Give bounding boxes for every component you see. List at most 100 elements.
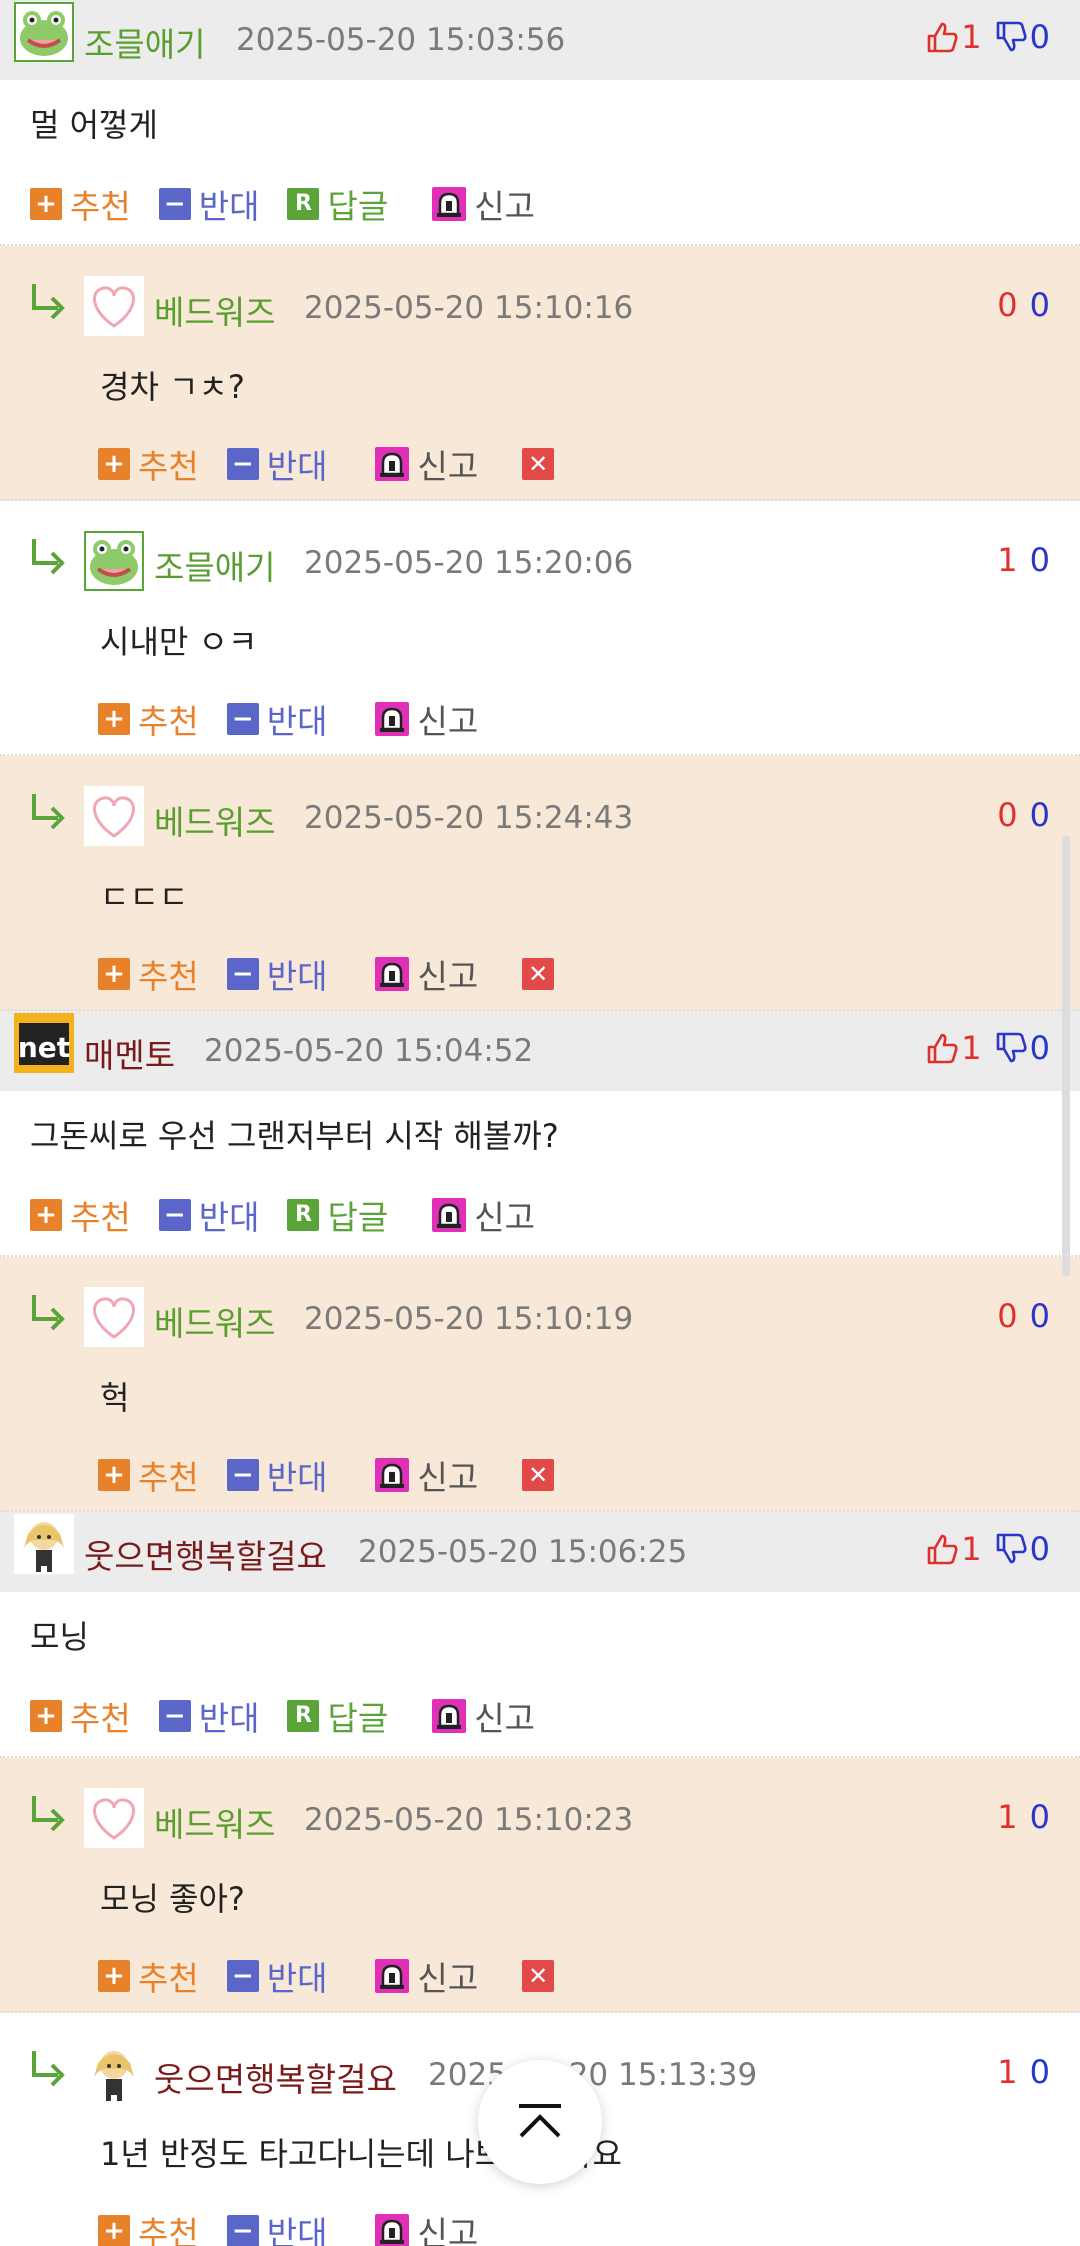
vote-counts: 1 0 bbox=[997, 2053, 1050, 2091]
reply-header: 베드워즈 2025-05-20 15:24:43 0 0 bbox=[0, 756, 1080, 846]
reply-r-icon: R bbox=[287, 1700, 320, 1732]
report-button[interactable]: 신고 bbox=[375, 950, 478, 998]
net-avatar-icon[interactable] bbox=[14, 1013, 74, 1073]
report-button[interactable]: 신고 bbox=[375, 440, 478, 488]
upvote-count: 0 bbox=[997, 796, 1018, 834]
comment-date: 2025-05-20 15:10:23 bbox=[304, 1802, 634, 1838]
recommend-button[interactable]: + 추천 bbox=[98, 2207, 199, 2246]
recommend-button[interactable]: + 추천 bbox=[30, 1692, 131, 1740]
siren-icon bbox=[375, 1959, 410, 1993]
downvote-count: 0 bbox=[1029, 18, 1050, 56]
comment-body: 멀 어껗게 + 추천 − 반대 R 답글 신고 bbox=[0, 80, 1080, 244]
reply-arrow-icon bbox=[28, 792, 68, 836]
delete-button[interactable]: ✕ bbox=[522, 958, 555, 990]
oppose-label: 반대 bbox=[266, 957, 328, 996]
recommend-button[interactable]: + 추천 bbox=[98, 440, 199, 488]
plus-icon: + bbox=[98, 1459, 130, 1491]
author-name[interactable]: 베드워즈 bbox=[154, 286, 275, 334]
comment-body: 그돈씨로 우선 그랜저부터 시작 해볼까? + 추천 − 반대 R 답글 신고 bbox=[0, 1091, 1080, 1255]
comment-actions: + 추천 − 반대 R 답글 신고 bbox=[30, 1692, 563, 1740]
author-name[interactable]: 웃으면행복할걸요 bbox=[154, 2053, 397, 2101]
oppose-button[interactable]: − 반대 bbox=[226, 950, 328, 998]
upvote-count: 1 bbox=[997, 1798, 1018, 1836]
comment-item: 매멘토 2025-05-20 15:04:52 1 0 그돈씨로 우선 그랜저부… bbox=[0, 1011, 1080, 1257]
reply-item: 베드워즈 2025-05-20 15:24:43 0 0 ㄷㄷㄷ + 추천 − 반대… bbox=[0, 756, 1080, 1011]
delete-button[interactable]: ✕ bbox=[522, 1459, 555, 1491]
frog-avatar-icon[interactable] bbox=[84, 531, 144, 591]
author-name[interactable]: 조믈애기 bbox=[84, 18, 205, 66]
recommend-label: 추천 bbox=[138, 957, 199, 996]
heart-avatar-icon[interactable] bbox=[84, 1287, 144, 1347]
recommend-button[interactable]: + 추천 bbox=[98, 1451, 199, 1499]
report-button[interactable]: 신고 bbox=[375, 1451, 478, 1499]
report-button[interactable]: 신고 bbox=[432, 180, 535, 228]
oppose-button[interactable]: − 반대 bbox=[226, 1451, 327, 1499]
reply-header: 베드워즈 2025-05-20 15:10:23 1 0 bbox=[0, 1758, 1080, 1848]
comment-text: ㄷㄷㄷ bbox=[100, 878, 189, 916]
report-button[interactable]: 신고 bbox=[375, 695, 478, 743]
author-name[interactable]: 조믈애기 bbox=[154, 541, 275, 589]
scrollbar[interactable] bbox=[1062, 836, 1070, 1276]
recommend-button[interactable]: + 추천 bbox=[98, 1952, 199, 2000]
recommend-button[interactable]: + 추천 bbox=[30, 180, 131, 228]
girl-avatar-icon[interactable] bbox=[84, 2043, 144, 2103]
thumbs-up-icon bbox=[925, 1031, 959, 1065]
recommend-button[interactable]: + 추천 bbox=[98, 950, 199, 998]
comment-text: 멀 어껗게 bbox=[30, 106, 158, 144]
minus-icon: − bbox=[226, 2215, 259, 2246]
recommend-button[interactable]: + 추천 bbox=[30, 1191, 131, 1239]
scroll-to-top-button[interactable] bbox=[478, 2060, 602, 2184]
reply-r-icon: R bbox=[287, 188, 320, 220]
oppose-button[interactable]: − 반대 bbox=[158, 1191, 259, 1239]
comment-date: 2025-05-20 15:20:06 bbox=[304, 545, 634, 581]
report-label: 신고 bbox=[417, 2214, 479, 2246]
minus-icon: − bbox=[226, 958, 259, 990]
comment-header: 웃으면행복할걸요 2025-05-20 15:06:25 1 0 bbox=[0, 1512, 1080, 1592]
report-button[interactable]: 신고 bbox=[375, 2207, 478, 2246]
reply-label: 답글 bbox=[327, 187, 389, 226]
vote-counts: 1 0 bbox=[925, 1530, 1050, 1568]
comment-text: 그돈씨로 우선 그랜저부터 시작 해볼까? bbox=[30, 1117, 559, 1155]
author-name[interactable]: 베드워즈 bbox=[154, 1297, 275, 1345]
comment-date: 2025-05-20 15:13:39 bbox=[428, 2057, 758, 2093]
author-name[interactable]: 베드워즈 bbox=[154, 1798, 275, 1846]
oppose-button[interactable]: − 반대 bbox=[158, 1692, 259, 1740]
comment-text: 경차 ㄱㅊ? bbox=[100, 368, 245, 406]
heart-avatar-icon[interactable] bbox=[84, 786, 144, 846]
plus-icon: + bbox=[98, 2215, 130, 2246]
report-button[interactable]: 신고 bbox=[432, 1692, 535, 1740]
reply-label: 답글 bbox=[327, 1198, 389, 1237]
oppose-button[interactable]: − 반대 bbox=[226, 1952, 327, 2000]
delete-button[interactable]: ✕ bbox=[522, 448, 555, 480]
comment-actions: + 추천 − 반대 R 답글 신고 bbox=[30, 180, 563, 228]
vote-counts: 1 0 bbox=[925, 1029, 1050, 1067]
oppose-button[interactable]: − 반대 bbox=[158, 180, 259, 228]
heart-avatar-icon[interactable] bbox=[84, 276, 144, 336]
reply-button[interactable]: R 답글 bbox=[287, 1692, 388, 1740]
oppose-button[interactable]: − 반대 bbox=[226, 440, 327, 488]
upvote-count: 1 bbox=[961, 18, 982, 56]
author-name[interactable]: 웃으면행복할걸요 bbox=[84, 1530, 327, 1578]
reply-button[interactable]: R 답글 bbox=[287, 1191, 388, 1239]
siren-icon bbox=[375, 447, 410, 481]
report-label: 신고 bbox=[474, 1699, 535, 1738]
oppose-button[interactable]: − 반대 bbox=[226, 695, 327, 743]
reply-button[interactable]: R 답글 bbox=[287, 180, 388, 228]
report-label: 신고 bbox=[417, 447, 479, 486]
report-button[interactable]: 신고 bbox=[432, 1191, 535, 1239]
author-name[interactable]: 베드워즈 bbox=[154, 796, 275, 844]
recommend-button[interactable]: + 추천 bbox=[98, 695, 199, 743]
delete-button[interactable]: ✕ bbox=[522, 1960, 555, 1992]
author-name[interactable]: 매멘토 bbox=[84, 1029, 175, 1077]
siren-icon bbox=[432, 187, 467, 221]
minus-icon: − bbox=[226, 703, 259, 735]
comment-header: 조믈애기 2025-05-20 15:03:56 1 0 bbox=[0, 0, 1080, 80]
oppose-button[interactable]: − 반대 bbox=[226, 2207, 327, 2246]
report-button[interactable]: 신고 bbox=[375, 1952, 478, 2000]
siren-icon bbox=[375, 2214, 410, 2246]
girl-avatar-icon[interactable] bbox=[14, 1514, 74, 1574]
frog-avatar-icon[interactable] bbox=[14, 2, 74, 62]
heart-avatar-icon[interactable] bbox=[84, 1788, 144, 1848]
downvote-count: 0 bbox=[1029, 1029, 1050, 1067]
comment-header: 매멘토 2025-05-20 15:04:52 1 0 bbox=[0, 1011, 1080, 1091]
